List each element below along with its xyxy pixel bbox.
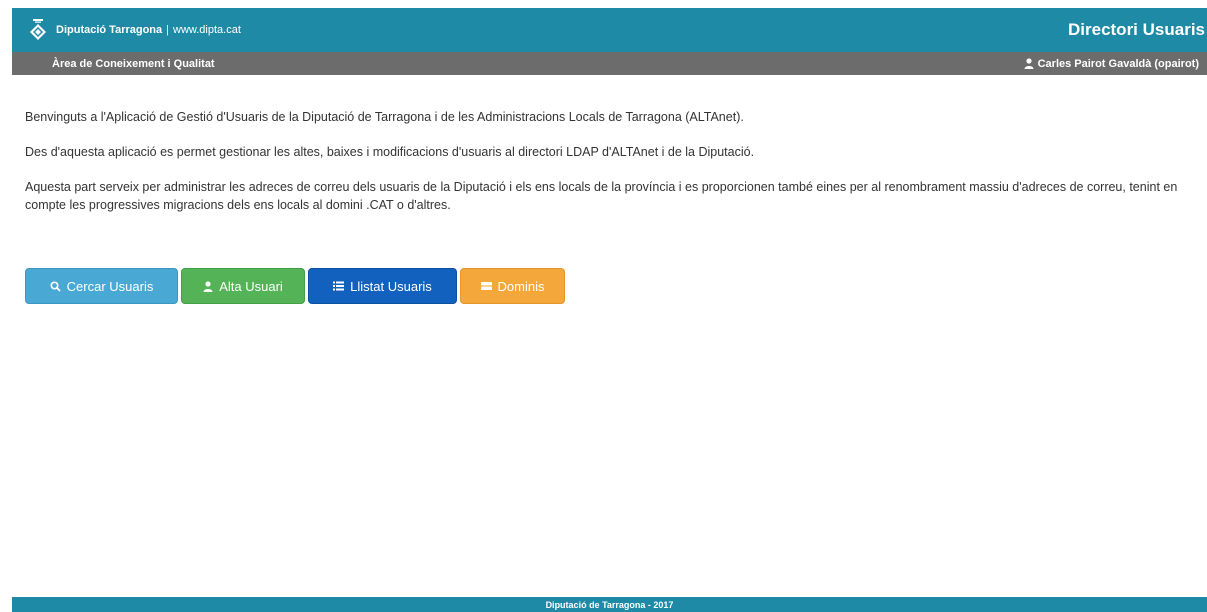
footer-text: Diputació de Tarragona - 2017 (545, 599, 674, 610)
search-users-button[interactable]: Cercar Usuaris (25, 268, 178, 304)
list-icon (333, 281, 345, 291)
top-header: Diputació Tarragona | www.dipta.cat Dire… (12, 8, 1207, 52)
domains-label: Dominis (497, 278, 545, 294)
action-buttons: Cercar Usuaris Alta Usuari Llistat Usuar… (25, 268, 565, 304)
list-users-label: Llistat Usuaris (350, 278, 432, 294)
user-icon (203, 280, 213, 292)
user-icon (1024, 58, 1034, 69)
logo[interactable]: Diputació Tarragona | www.dipta.cat (26, 18, 241, 42)
app-title: Directori Usuaris (1068, 20, 1205, 39)
logo-separator: | (166, 24, 170, 36)
app-frame: Diputació Tarragona | www.dipta.cat Dire… (0, 0, 1207, 612)
footer: Diputació de Tarragona - 2017 (12, 597, 1207, 612)
intro-paragraph-2: Des d'aquesta aplicació es permet gestio… (25, 145, 755, 159)
sub-header: Àrea de Coneixement i Qualitat Carles Pa… (12, 52, 1207, 75)
search-users-label: Cercar Usuaris (66, 278, 154, 294)
user-info[interactable]: Carles Pairot Gavaldà (opairot) (1024, 58, 1199, 70)
logo-brand: Diputació Tarragona (56, 24, 163, 36)
welcome-text: Benvinguts a l'Aplicació de Gestió d'Usu… (25, 108, 1195, 231)
intro-paragraph-1: Benvinguts a l'Aplicació de Gestió d'Usu… (25, 110, 744, 124)
user-name: Carles Pairot Gavaldà (opairot) (1037, 57, 1199, 70)
server-icon (480, 282, 492, 290)
list-users-button[interactable]: Llistat Usuaris (308, 268, 457, 304)
add-user-button[interactable]: Alta Usuari (181, 268, 305, 304)
add-user-label: Alta Usuari (219, 278, 283, 294)
intro-paragraph-3: Aquesta part serveix per administrar les… (25, 180, 1178, 212)
search-icon (50, 280, 61, 292)
logo-url: www.dipta.cat (173, 24, 241, 36)
domains-button[interactable]: Dominis (460, 268, 565, 304)
diputacio-emblem-icon (26, 18, 50, 42)
area-label: Àrea de Coneixement i Qualitat (52, 57, 215, 70)
